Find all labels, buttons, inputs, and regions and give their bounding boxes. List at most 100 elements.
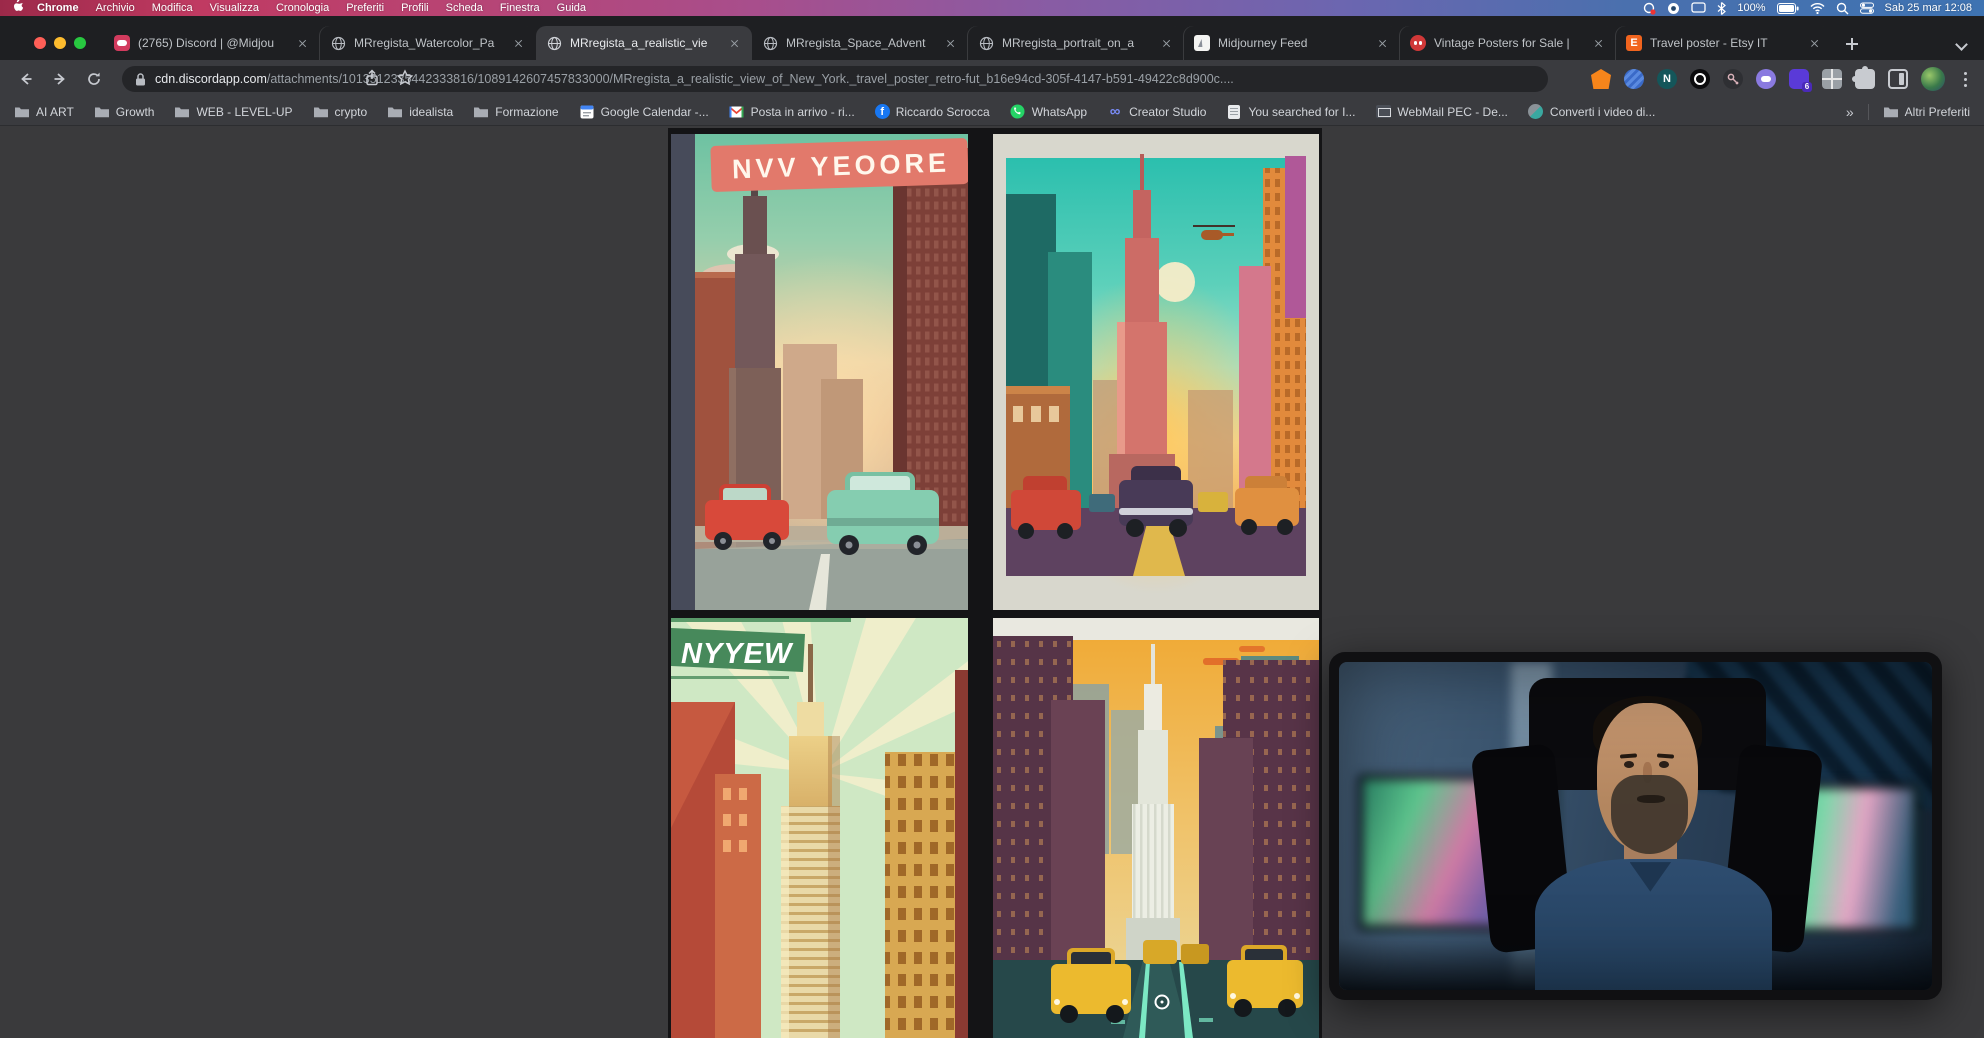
- tab-close-icon[interactable]: [296, 36, 310, 50]
- bookmark-whatsapp[interactable]: WhatsApp: [1010, 104, 1087, 120]
- metamask-extension-icon[interactable]: [1591, 69, 1611, 89]
- forward-button[interactable]: [48, 67, 72, 91]
- etsy-favicon: E: [1626, 35, 1642, 51]
- extensions-puzzle-icon[interactable]: [1855, 69, 1875, 89]
- bookmark-gmail-inbox[interactable]: Posta in arrivo - ri...: [729, 104, 855, 120]
- tab-close-icon[interactable]: [512, 36, 526, 50]
- bookmark-folder-ai-art[interactable]: AI ART: [14, 104, 74, 120]
- menu-chrome[interactable]: Chrome: [37, 0, 79, 16]
- window-close-button[interactable]: [34, 37, 46, 49]
- bookmark-folder-crypto[interactable]: crypto: [313, 104, 368, 120]
- shield-icon[interactable]: [1667, 2, 1680, 15]
- bookmark-label: Creator Studio: [1129, 105, 1206, 119]
- menu-cronologia[interactable]: Cronologia: [276, 0, 329, 16]
- menu-guida[interactable]: Guida: [557, 0, 586, 16]
- bookmark-folder-formazione[interactable]: Formazione: [473, 104, 558, 120]
- lock-icon[interactable]: [134, 72, 147, 87]
- share-icon[interactable]: [364, 69, 380, 87]
- tab-close-icon[interactable]: [1592, 36, 1606, 50]
- bookmark-folder-web-levelup[interactable]: WEB - LEVEL-UP: [174, 104, 292, 120]
- menubar-clock[interactable]: Sab 25 mar 12:08: [1885, 0, 1972, 16]
- poster-image-bottom-right[interactable]: [993, 618, 1319, 1038]
- bookmark-folder-growth[interactable]: Growth: [94, 104, 155, 120]
- bookmark-label: Formazione: [495, 105, 558, 119]
- display-icon[interactable]: [1691, 2, 1706, 14]
- bookmark-google-calendar[interactable]: Google Calendar -...: [579, 104, 709, 120]
- poster-image-top-left[interactable]: NVV YEOORE: [671, 134, 968, 610]
- bookmark-creator-studio[interactable]: ∞ Creator Studio: [1107, 104, 1206, 120]
- window-minimize-button[interactable]: [54, 37, 66, 49]
- screen-record-icon[interactable]: [1643, 2, 1656, 15]
- profile-avatar[interactable]: [1921, 67, 1945, 91]
- tab-title: Vintage Posters for Sale |: [1434, 36, 1584, 50]
- control-center-icon[interactable]: [1860, 2, 1874, 14]
- tab-etsy[interactable]: E Travel poster - Etsy IT: [1616, 26, 1832, 60]
- tab-vintage-posters[interactable]: Vintage Posters for Sale |: [1400, 26, 1616, 60]
- back-button[interactable]: [14, 67, 38, 91]
- gmail-icon: [729, 104, 745, 120]
- apple-menu[interactable]: [12, 0, 23, 17]
- tab-space-adventure[interactable]: MRregista_Space_Advent: [752, 26, 968, 60]
- poster-art-sunburst-newyork: NYYEW: [671, 618, 968, 1038]
- tab-watercolor[interactable]: MRregista_Watercolor_Pa: [320, 26, 536, 60]
- tab-close-icon[interactable]: [728, 36, 742, 50]
- window-zoom-button[interactable]: [74, 37, 86, 49]
- tab-close-icon[interactable]: [1376, 36, 1390, 50]
- blue-stripes-extension-icon[interactable]: [1624, 69, 1644, 89]
- bookmark-webmail-pec[interactable]: WebMail PEC - De...: [1375, 104, 1507, 120]
- bookmark-video-converter[interactable]: Converti i video di...: [1528, 104, 1655, 120]
- tab-midjourney-feed[interactable]: Midjourney Feed: [1184, 26, 1400, 60]
- tab-portrait[interactable]: MRregista_portrait_on_a: [968, 26, 1184, 60]
- browser-toolbar: cdn.discordapp.com/attachments/101351233…: [0, 60, 1984, 98]
- menu-finestra[interactable]: Finestra: [500, 0, 540, 16]
- bookmarks-overflow-chevrons[interactable]: »: [1846, 104, 1854, 120]
- side-panel-icon[interactable]: [1888, 69, 1908, 89]
- bookmarks-bar: AI ART Growth WEB - LEVEL-UP crypto idea…: [0, 98, 1984, 126]
- tab-search-chevron-icon[interactable]: [1955, 38, 1968, 51]
- bookmark-star-icon[interactable]: [396, 69, 414, 87]
- tab-realistic-view-active[interactable]: MRregista_a_realistic_vie: [536, 26, 752, 60]
- converter-icon: [1528, 104, 1544, 120]
- menu-preferiti[interactable]: Preferiti: [346, 0, 384, 16]
- grid-extension-icon[interactable]: [1822, 69, 1842, 89]
- bluetooth-icon[interactable]: [1717, 2, 1726, 15]
- poster-image-top-right[interactable]: [993, 134, 1319, 610]
- chrome-menu-icon[interactable]: [1958, 69, 1972, 89]
- tab-close-icon[interactable]: [1808, 36, 1822, 50]
- menu-scheda[interactable]: Scheda: [446, 0, 483, 16]
- battery-icon[interactable]: [1777, 3, 1799, 14]
- tab-discord[interactable]: (2765) Discord | @Midjou: [104, 26, 320, 60]
- bookmark-label: You searched for I...: [1248, 105, 1355, 119]
- tab-close-icon[interactable]: [944, 36, 958, 50]
- bookmark-label: WhatsApp: [1032, 105, 1087, 119]
- tab-close-icon[interactable]: [1160, 36, 1174, 50]
- bookmark-label: Growth: [116, 105, 155, 119]
- new-tab-button[interactable]: [1842, 34, 1862, 54]
- reload-button[interactable]: [82, 67, 106, 91]
- cloud-extension-icon[interactable]: [1756, 69, 1776, 89]
- bookmark-folder-idealista[interactable]: idealista: [387, 104, 453, 120]
- folder-icon: [313, 104, 329, 120]
- wifi-icon[interactable]: [1810, 3, 1825, 14]
- bookmark-label: crypto: [335, 105, 368, 119]
- badged-extension-icon[interactable]: 6: [1789, 69, 1809, 89]
- password-key-extension-icon[interactable]: [1723, 69, 1743, 89]
- menu-modifica[interactable]: Modifica: [152, 0, 193, 16]
- bookmark-label: Posta in arrivo - ri...: [751, 105, 855, 119]
- globe-favicon: [546, 35, 562, 51]
- poster-image-bottom-left[interactable]: NYYEW: [671, 618, 968, 1038]
- black-circle-extension-icon[interactable]: [1690, 69, 1710, 89]
- globe-favicon: [762, 35, 778, 51]
- url-domain: cdn.discordapp.com: [155, 72, 267, 86]
- macos-menubar: Chrome Archivio Modifica Visualizza Cron…: [0, 0, 1984, 16]
- bookmark-search-result[interactable]: You searched for I...: [1226, 104, 1355, 120]
- n-extension-icon[interactable]: N: [1657, 69, 1677, 89]
- menu-visualizza[interactable]: Visualizza: [210, 0, 259, 16]
- desktop-screen: Chrome Archivio Modifica Visualizza Cron…: [0, 0, 1984, 1038]
- bookmark-facebook-profile[interactable]: f Riccardo Scrocca: [875, 104, 990, 119]
- other-bookmarks-folder[interactable]: Altri Preferiti: [1883, 104, 1970, 120]
- address-bar[interactable]: cdn.discordapp.com/attachments/101351233…: [122, 66, 1548, 92]
- spotlight-search-icon[interactable]: [1836, 2, 1849, 15]
- menu-archivio[interactable]: Archivio: [96, 0, 135, 16]
- menu-profili[interactable]: Profili: [401, 0, 429, 16]
